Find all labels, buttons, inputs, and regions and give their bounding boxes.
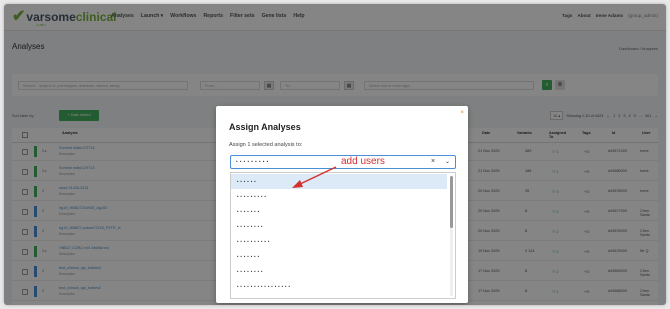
annotation-label: add users xyxy=(341,156,385,167)
app-window: ✔ varsome clinical v1.88.0 Analyses Laun… xyxy=(4,4,666,305)
annotation-arrow xyxy=(292,166,337,188)
